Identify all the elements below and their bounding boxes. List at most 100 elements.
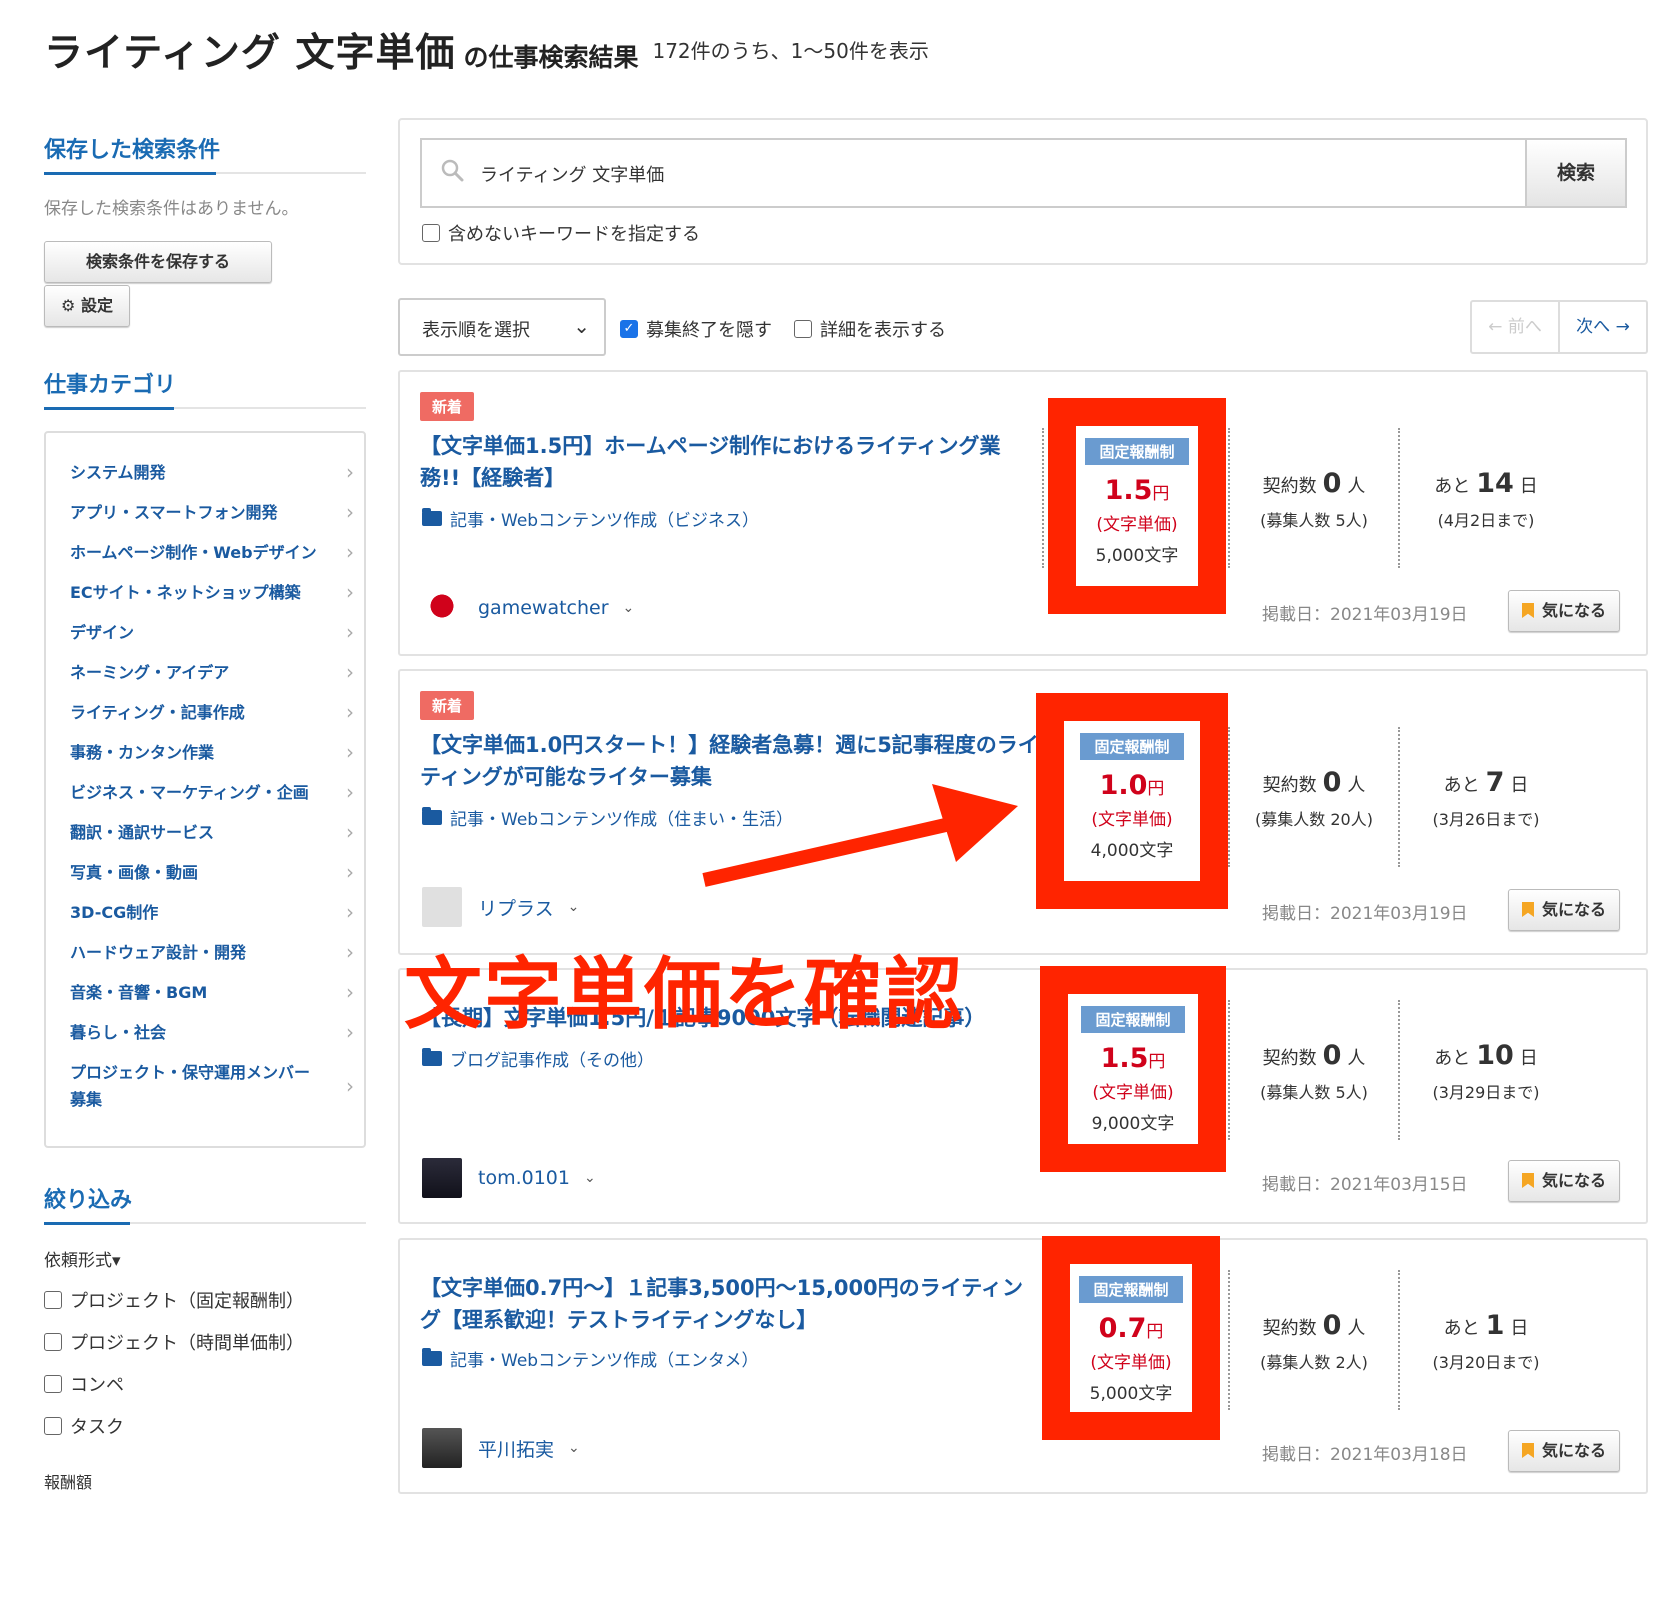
category-item[interactable]: 写真・画像・動画 › [70,859,354,886]
settings-button[interactable]: ⚙ 設定 [44,285,130,327]
filter-checkbox[interactable] [44,1375,62,1393]
hide-closed-option[interactable]: ✓ 募集終了を隠す [620,316,772,342]
search-icon [441,159,464,182]
job-category-label: ブログ記事作成（その他） [450,1051,654,1071]
filter-option[interactable]: タスク [44,1413,366,1439]
folder-icon [422,1348,442,1366]
category-heading: 仕事カテゴリ [44,373,177,398]
category-item[interactable]: ハードウェア設計・開発 › [70,939,354,966]
days-prefix: あと [1434,1048,1471,1069]
category-item[interactable]: ライティング・記事作成 › [70,699,354,726]
job-card: 新着 【文字単価1.5円】ホームページ制作におけるライティング業務!!【経験者】記… [398,370,1648,656]
client-name: tom.0101 [478,1167,570,1189]
divider [1228,428,1230,568]
job-category-link[interactable]: ブログ記事作成（その他） [422,1046,654,1071]
chevron-down-icon: ⌄ [583,1170,596,1186]
client-link[interactable]: tom.0101 ⌄ [422,1158,596,1198]
days-left: あと 7 日 (3月26日まで) [1406,767,1566,830]
category-item[interactable]: システム開発 › [70,459,354,486]
avatar [422,1428,462,1468]
category-item[interactable]: 事務・カンタン作業 › [70,739,354,766]
bookmark-icon [1521,1173,1534,1188]
price-value: 1.0円 [1064,770,1200,801]
divider [1398,1000,1400,1140]
filter-option[interactable]: コンペ [44,1371,366,1397]
contract-suffix: 人 [1347,1048,1366,1069]
category-item[interactable]: アプリ・スマートフォン開発 › [70,499,354,526]
save-search-button[interactable]: 検索条件を保存する [44,241,272,283]
category-item[interactable]: 暮らし・社会 › [70,1019,354,1046]
price-type-badge: 固定報酬制 [1081,1006,1185,1033]
filter-checkbox[interactable] [44,1291,62,1309]
job-category-link[interactable]: 記事・Webコンテンツ作成（エンタメ） [422,1346,759,1371]
category-item[interactable]: プロジェクト・保守運用メンバー募集 › [70,1059,354,1113]
category-item[interactable]: 翻訳・通訳サービス › [70,819,354,846]
chevron-right-icon: › [346,780,354,804]
filter-option-label: プロジェクト（固定報酬制） [70,1291,304,1312]
divider [1042,428,1044,568]
price-unit: (文字単価) [1096,515,1178,535]
filter-option[interactable]: プロジェクト（時間単価制） [44,1329,366,1355]
price-value: 0.7円 [1070,1313,1192,1344]
contract-count-main: 契約数 0 人 [1234,1040,1394,1071]
contract-prefix: 契約数 [1262,775,1317,796]
job-title-link[interactable]: 【文字単価0.7円〜】１記事3,500円〜15,000円のライティング【理系歓迎… [420,1272,1040,1336]
client-link[interactable]: リプラス ⌄ [422,887,579,927]
favorite-button[interactable]: 気になる [1508,889,1620,931]
contract-prefix: 契約数 [1262,1318,1317,1339]
prev-page-button[interactable]: ← 前へ [1472,302,1560,352]
search-input[interactable]: ライティング 文字単価 [420,138,1525,208]
show-detail-checkbox[interactable] [794,320,812,338]
category-item[interactable]: ビジネス・マーケティング・企画 › [70,779,354,806]
category-item[interactable]: デザイン › [70,619,354,646]
show-detail-option[interactable]: 詳細を表示する [794,316,946,342]
category-label: ネーミング・アイデア [70,663,230,682]
days-suffix: 日 [1510,1318,1529,1339]
category-item[interactable]: ネーミング・アイデア › [70,659,354,686]
category-item[interactable]: ホームページ制作・Webデザイン › [70,539,354,566]
exclude-keyword-toggle[interactable]: 含めないキーワードを指定する [422,220,700,246]
bookmark-icon [1521,1443,1534,1458]
filter-option[interactable]: プロジェクト（固定報酬制） [44,1287,366,1313]
category-item[interactable]: 音楽・音響・BGM › [70,979,354,1006]
category-list: システム開発 › アプリ・スマートフォン開発 › ホームページ制作・Webデザイン › EC… [44,431,366,1148]
contract-number: 0 [1322,1040,1342,1071]
category-label: 3D-CG制作 [70,903,159,922]
hide-closed-checkbox[interactable]: ✓ [620,320,638,338]
next-page-button[interactable]: 次へ → [1560,302,1646,352]
category-item[interactable]: 3D-CG制作 › [70,899,354,926]
annotation-text: 文字単価を確認 [404,950,965,1040]
sort-select[interactable]: 表示順を選択 ⌄ [398,298,606,356]
search-button[interactable]: 検索 [1525,138,1627,208]
filter-checkbox[interactable] [44,1417,62,1435]
favorite-button[interactable]: 気になる [1508,1430,1620,1472]
category-label: 事務・カンタン作業 [70,743,215,762]
job-title-link[interactable]: 【文字単価1.5円】ホームページ制作におけるライティング業務!!【経験者】 [420,430,1040,494]
client-name: リプラス [478,897,554,920]
price-currency: 円 [1147,779,1165,799]
price-value: 1.5円 [1076,475,1198,506]
price-type-badge: 固定報酬制 [1080,733,1184,760]
contract-suffix: 人 [1347,1318,1366,1339]
price-unit: (文字単価) [1091,810,1173,830]
client-link[interactable]: gamewatcher ⌄ [422,588,634,628]
favorite-button[interactable]: 気になる [1508,590,1620,632]
hide-closed-label: 募集終了を隠す [646,320,772,341]
reward-filter-label: 報酬額 [44,1473,93,1492]
filter-checkbox[interactable] [44,1333,62,1351]
exclude-keyword-checkbox[interactable] [422,224,440,242]
category-label: ビジネス・マーケティング・企画 [70,783,309,802]
divider [44,1222,366,1225]
client-link[interactable]: 平川拓実 ⌄ [422,1428,580,1468]
contract-count: 契約数 0 人 (募集人数 5人) [1234,1040,1394,1103]
filter-type-dropdown[interactable]: 依頼形式▾ [44,1246,366,1271]
chevron-right-icon: › [346,980,354,1004]
category-item[interactable]: ECサイト・ネットショップ構築 › [70,579,354,606]
favorite-label: 気になる [1541,1441,1606,1460]
days-suffix: 日 [1510,775,1529,796]
days-left-main: あと 7 日 [1406,767,1566,798]
pagination: ← 前へ 次へ → [1470,300,1648,354]
job-category-link[interactable]: 記事・Webコンテンツ作成（ビジネス） [422,506,759,531]
favorite-button[interactable]: 気になる [1508,1160,1620,1202]
days-number: 10 [1476,1040,1514,1071]
